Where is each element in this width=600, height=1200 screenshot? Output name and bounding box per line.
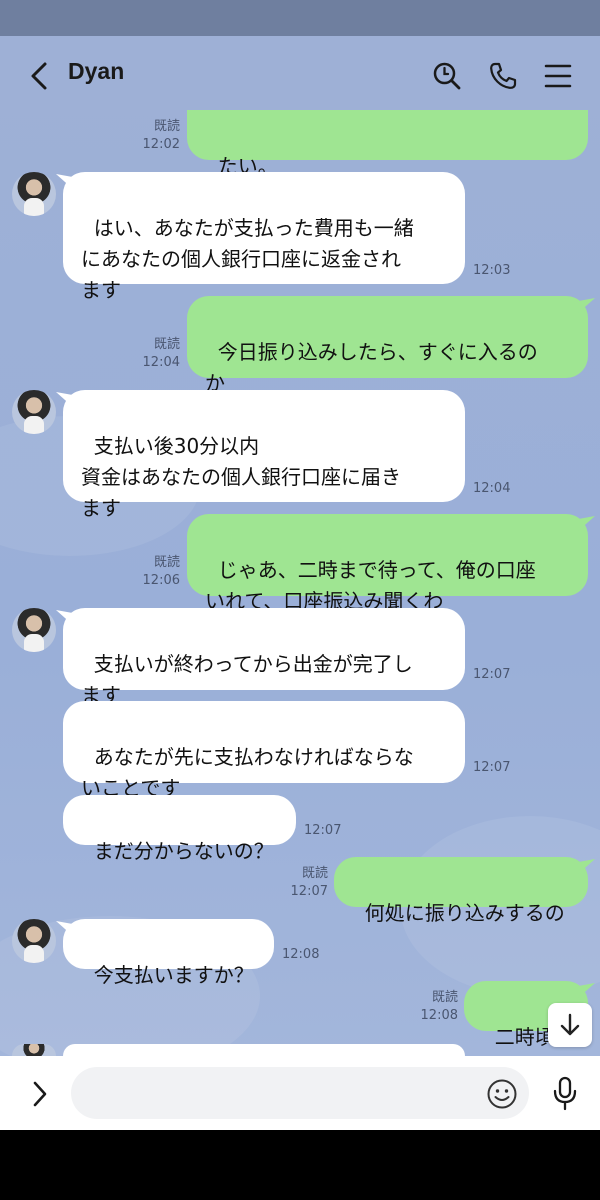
chat-header: Dyan [0, 36, 600, 114]
read-receipt: 既読 [153, 337, 180, 352]
read-receipt: 既読 [431, 990, 458, 1005]
expand-menu-button[interactable] [20, 1074, 60, 1114]
menu-button[interactable] [538, 56, 578, 96]
call-button[interactable] [483, 56, 523, 96]
status-bar [0, 0, 600, 36]
message-time: 12:07 [473, 667, 511, 682]
message-time: 12:04 [142, 355, 180, 370]
avatar [12, 1044, 56, 1056]
message-time: 12:08 [420, 1008, 458, 1023]
back-button[interactable] [22, 56, 56, 96]
chat-title: Dyan [68, 58, 125, 84]
message-bubble-incoming[interactable]: まだ分からないの？ [63, 795, 296, 863]
message-status: 既読 12:07 [278, 865, 328, 901]
scroll-to-bottom-button[interactable] [548, 1003, 592, 1047]
avatar[interactable] [12, 172, 56, 216]
search-button[interactable] [427, 56, 467, 96]
system-navigation-area [0, 1130, 600, 1200]
back-icon [31, 62, 47, 90]
message-input[interactable] [71, 1067, 529, 1119]
message-time: 12:06 [142, 573, 180, 588]
message-status: 既読 12:04 [130, 336, 180, 372]
mic-icon [553, 1076, 577, 1111]
emoji-button[interactable] [484, 1076, 520, 1112]
scroll-down-icon [560, 1013, 580, 1036]
message-bubble-incoming[interactable]: 支払い後30分以内 資金はあなたの個人銀行口座に届き ます [63, 390, 465, 520]
message-text: 二時頃 [494, 1025, 555, 1049]
voice-button[interactable] [545, 1072, 585, 1116]
read-receipt: 既読 [153, 119, 180, 134]
message-time: 12:07 [290, 884, 328, 899]
message-bubble-outgoing[interactable]: じゃあ、二時まで待って、俺の口座 いれて、口座振込み聞くわ [187, 514, 588, 613]
expand-icon [33, 1081, 47, 1107]
message-status: 既読 12:06 [130, 554, 180, 590]
search-icon [433, 62, 461, 90]
message-bubble-outgoing[interactable]: 何処に振り込みするの [334, 857, 588, 925]
message-bubble-incoming[interactable]: あなたが先に支払わなければならな いことです [63, 701, 465, 800]
menu-icon [544, 64, 572, 88]
message-bubble-outgoing[interactable]: 今日振り込みしたら、すぐに入るの か [187, 296, 588, 395]
message-time: 12:08 [282, 947, 320, 962]
message-text: 今支払いますか？ [93, 963, 254, 987]
message-text: 何処に振り込みするの [364, 901, 565, 925]
message-time: 12:04 [473, 481, 511, 496]
message-bubble-outgoing[interactable]: たい。 [187, 110, 588, 178]
phone-icon [490, 62, 517, 89]
message-status: 既読 12:08 [408, 989, 458, 1025]
message-status: 既読 12:02 [130, 118, 180, 154]
message-bubble-incoming[interactable]: 支払いが終わってから出金が完了し ます [63, 608, 465, 707]
read-receipt: 既読 [153, 555, 180, 570]
message-bubble-incoming-partial [63, 1044, 465, 1056]
message-time: 12:07 [304, 823, 342, 838]
avatar[interactable] [12, 919, 56, 963]
message-time: 12:03 [473, 263, 511, 278]
message-time: 12:02 [142, 137, 180, 152]
avatar[interactable] [12, 390, 56, 434]
read-receipt: 既読 [301, 866, 328, 881]
emoji-icon [487, 1079, 517, 1109]
avatar[interactable] [12, 608, 56, 652]
message-time: 12:07 [473, 760, 511, 775]
message-input-bar [0, 1056, 600, 1130]
message-bubble-incoming[interactable]: はい、あなたが支払った費用も一緒 にあなたの個人銀行口座に返金され ます [63, 172, 465, 302]
message-bubble-incoming[interactable]: 今支払いますか？ [63, 919, 274, 987]
message-text: まだ分からないの？ [93, 839, 274, 863]
